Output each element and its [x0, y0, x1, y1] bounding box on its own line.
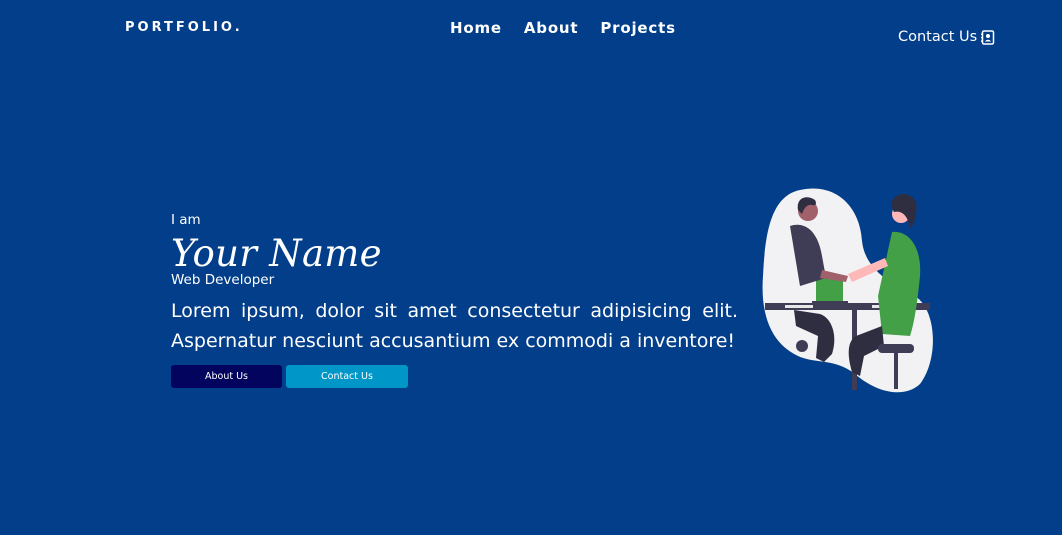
hero-intro: I am — [171, 212, 201, 228]
handshake-illustration — [762, 188, 933, 393]
hero-description: Lorem ipsum, dolor sit amet consectetur … — [171, 300, 738, 352]
nav-projects[interactable]: Projects — [600, 19, 675, 37]
contact-us-button[interactable]: Contact Us — [286, 365, 408, 388]
header-contact-link[interactable]: Contact Us — [898, 29, 995, 45]
brand-logo[interactable]: PORTFOLIO. — [125, 20, 243, 35]
hero-name: Your Name — [171, 232, 382, 275]
about-us-button[interactable]: About Us — [171, 365, 282, 388]
nav-about[interactable]: About — [524, 19, 579, 37]
header-contact-label: Contact Us — [898, 29, 978, 45]
hero-buttons: About Us Contact Us — [171, 365, 738, 388]
contact-book-icon — [981, 29, 995, 45]
hero-role: Web Developer — [171, 272, 275, 288]
main-nav: Home About Projects — [450, 19, 676, 37]
nav-home[interactable]: Home — [450, 19, 502, 37]
hero-section: I am Your Name Web Developer Lorem ipsum… — [171, 212, 738, 388]
